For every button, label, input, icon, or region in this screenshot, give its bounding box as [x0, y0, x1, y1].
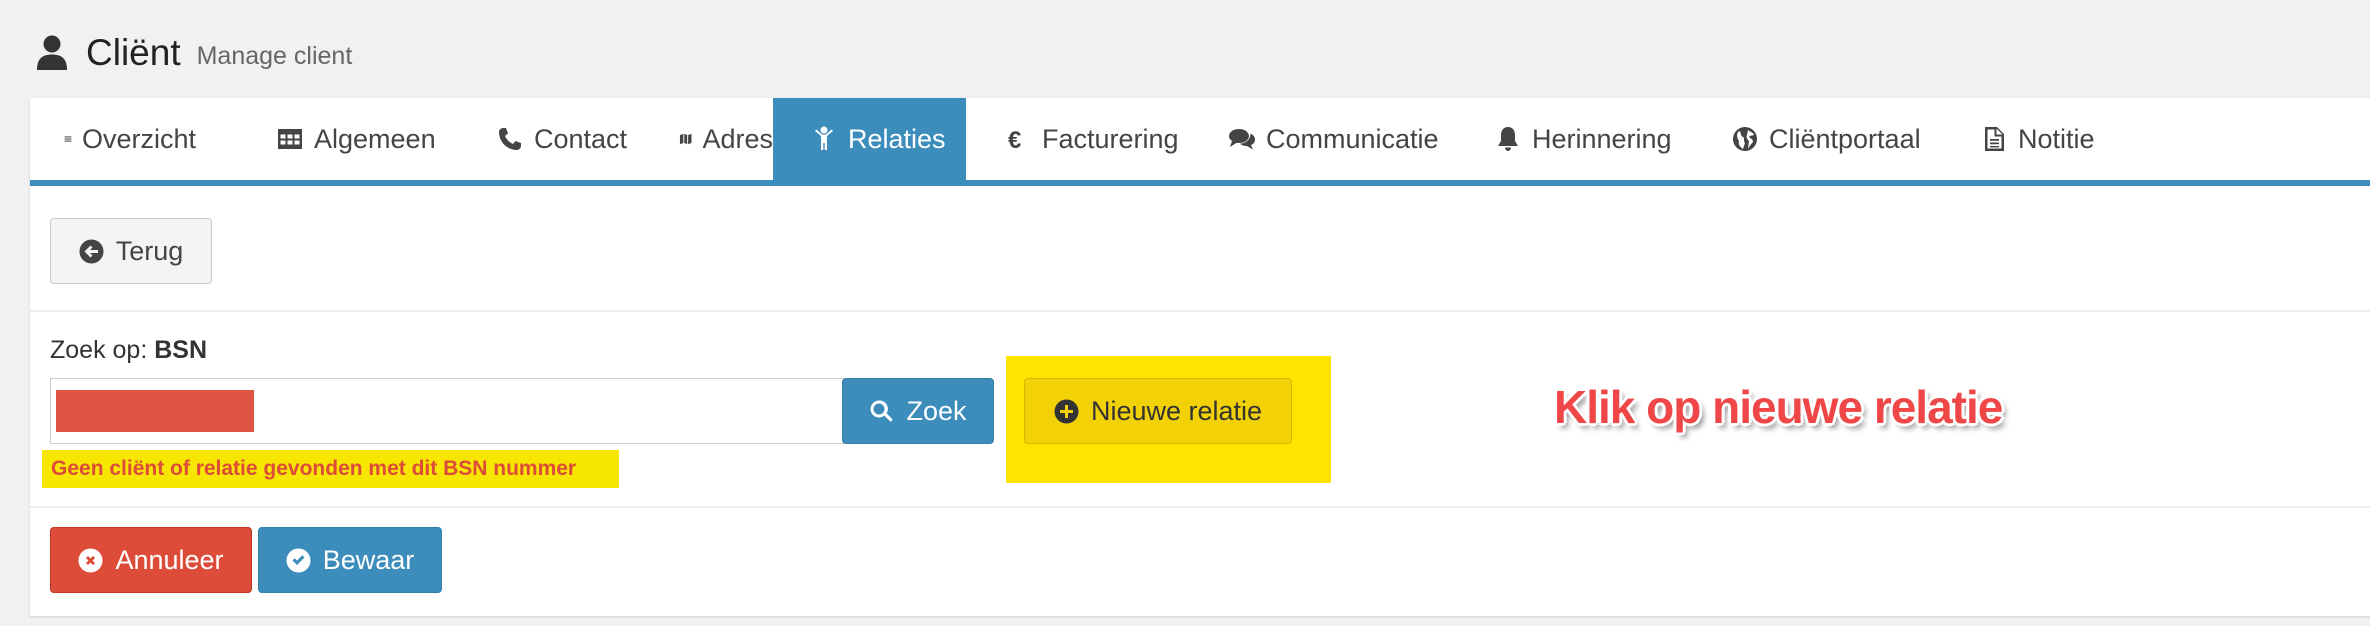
- tab-label: Herinnering: [1532, 123, 1672, 154]
- tab-adres[interactable]: Adres: [655, 98, 773, 180]
- comments-icon: [1229, 129, 1255, 150]
- map-icon: [679, 133, 692, 145]
- tab-label: Contact: [534, 123, 628, 154]
- tab-overzicht[interactable]: Overzicht: [30, 98, 230, 180]
- search-button-label: Zoek: [906, 395, 967, 426]
- tab-relaties[interactable]: Relaties: [773, 98, 966, 180]
- tab-label: Notitie: [2018, 123, 2095, 154]
- page-header: Cliënt Manage client: [36, 28, 352, 78]
- tab-label: Communicatie: [1266, 123, 1439, 154]
- check-circle-icon: [286, 548, 311, 572]
- tab-algemeen[interactable]: Algemeen: [230, 98, 465, 180]
- divider: [30, 310, 2370, 312]
- tab-herinnering[interactable]: Herinnering: [1468, 98, 1705, 180]
- search-label: Zoek op: BSN: [50, 336, 207, 365]
- page-title: Cliënt: [86, 32, 181, 73]
- cancel-button-label: Annuleer: [115, 544, 224, 575]
- bars-icon: [64, 136, 72, 142]
- back-button-label: Terug: [115, 235, 184, 266]
- search-label-prefix: Zoek op:: [50, 336, 148, 364]
- redacted-value: [56, 390, 254, 432]
- phone-icon: [499, 128, 521, 150]
- tab-label: Cliëntportaal: [1769, 123, 1921, 154]
- plus-circle-icon: [1054, 399, 1079, 423]
- child-icon: [815, 126, 833, 150]
- svg-text:€: €: [1008, 127, 1021, 153]
- search-button[interactable]: Zoek: [842, 378, 994, 444]
- instruction-annotation: Klik op nieuwe relatie: [1554, 381, 2003, 433]
- divider: [30, 506, 2370, 508]
- tab-label: Overzicht: [81, 123, 196, 154]
- new-relation-button[interactable]: Nieuwe relatie: [1024, 378, 1292, 444]
- tab-contact[interactable]: Contact: [465, 98, 655, 180]
- tab-clientportaal[interactable]: Cliëntportaal: [1705, 98, 1957, 180]
- times-circle-icon: [78, 548, 103, 572]
- search-icon: [871, 399, 894, 422]
- back-button[interactable]: Terug: [50, 218, 212, 284]
- cancel-button[interactable]: Annuleer: [50, 527, 252, 593]
- tab-facturering[interactable]: € Facturering: [966, 98, 1198, 180]
- tab-label: Relaties: [848, 123, 946, 154]
- page-subtitle: Manage client: [196, 41, 353, 70]
- table-icon: [278, 129, 302, 149]
- new-relation-button-label: Nieuwe relatie: [1090, 395, 1263, 426]
- tab-bar: Overzicht Algemeen Contact Adres Relatie…: [30, 98, 2370, 186]
- tab-label: Adres: [702, 123, 773, 154]
- tab-label: Algemeen: [314, 123, 436, 154]
- tab-label: Facturering: [1042, 123, 1179, 154]
- search-error-message: Geen cliënt of relatie gevonden met dit …: [42, 450, 619, 488]
- tab-notitie[interactable]: Notitie: [1957, 98, 2157, 180]
- search-label-field: BSN: [154, 336, 208, 364]
- client-box: Overzicht Algemeen Contact Adres Relatie…: [30, 98, 2370, 616]
- tab-communicatie[interactable]: Communicatie: [1198, 98, 1468, 180]
- globe-icon: [1733, 127, 1757, 151]
- arrow-circle-left-icon: [79, 239, 104, 263]
- file-text-icon: [1985, 127, 2004, 151]
- save-button-label: Bewaar: [322, 544, 415, 575]
- user-icon: [37, 35, 67, 70]
- bell-icon: [1498, 127, 1518, 151]
- euro-icon: €: [1008, 127, 1021, 153]
- save-button[interactable]: Bewaar: [258, 527, 442, 593]
